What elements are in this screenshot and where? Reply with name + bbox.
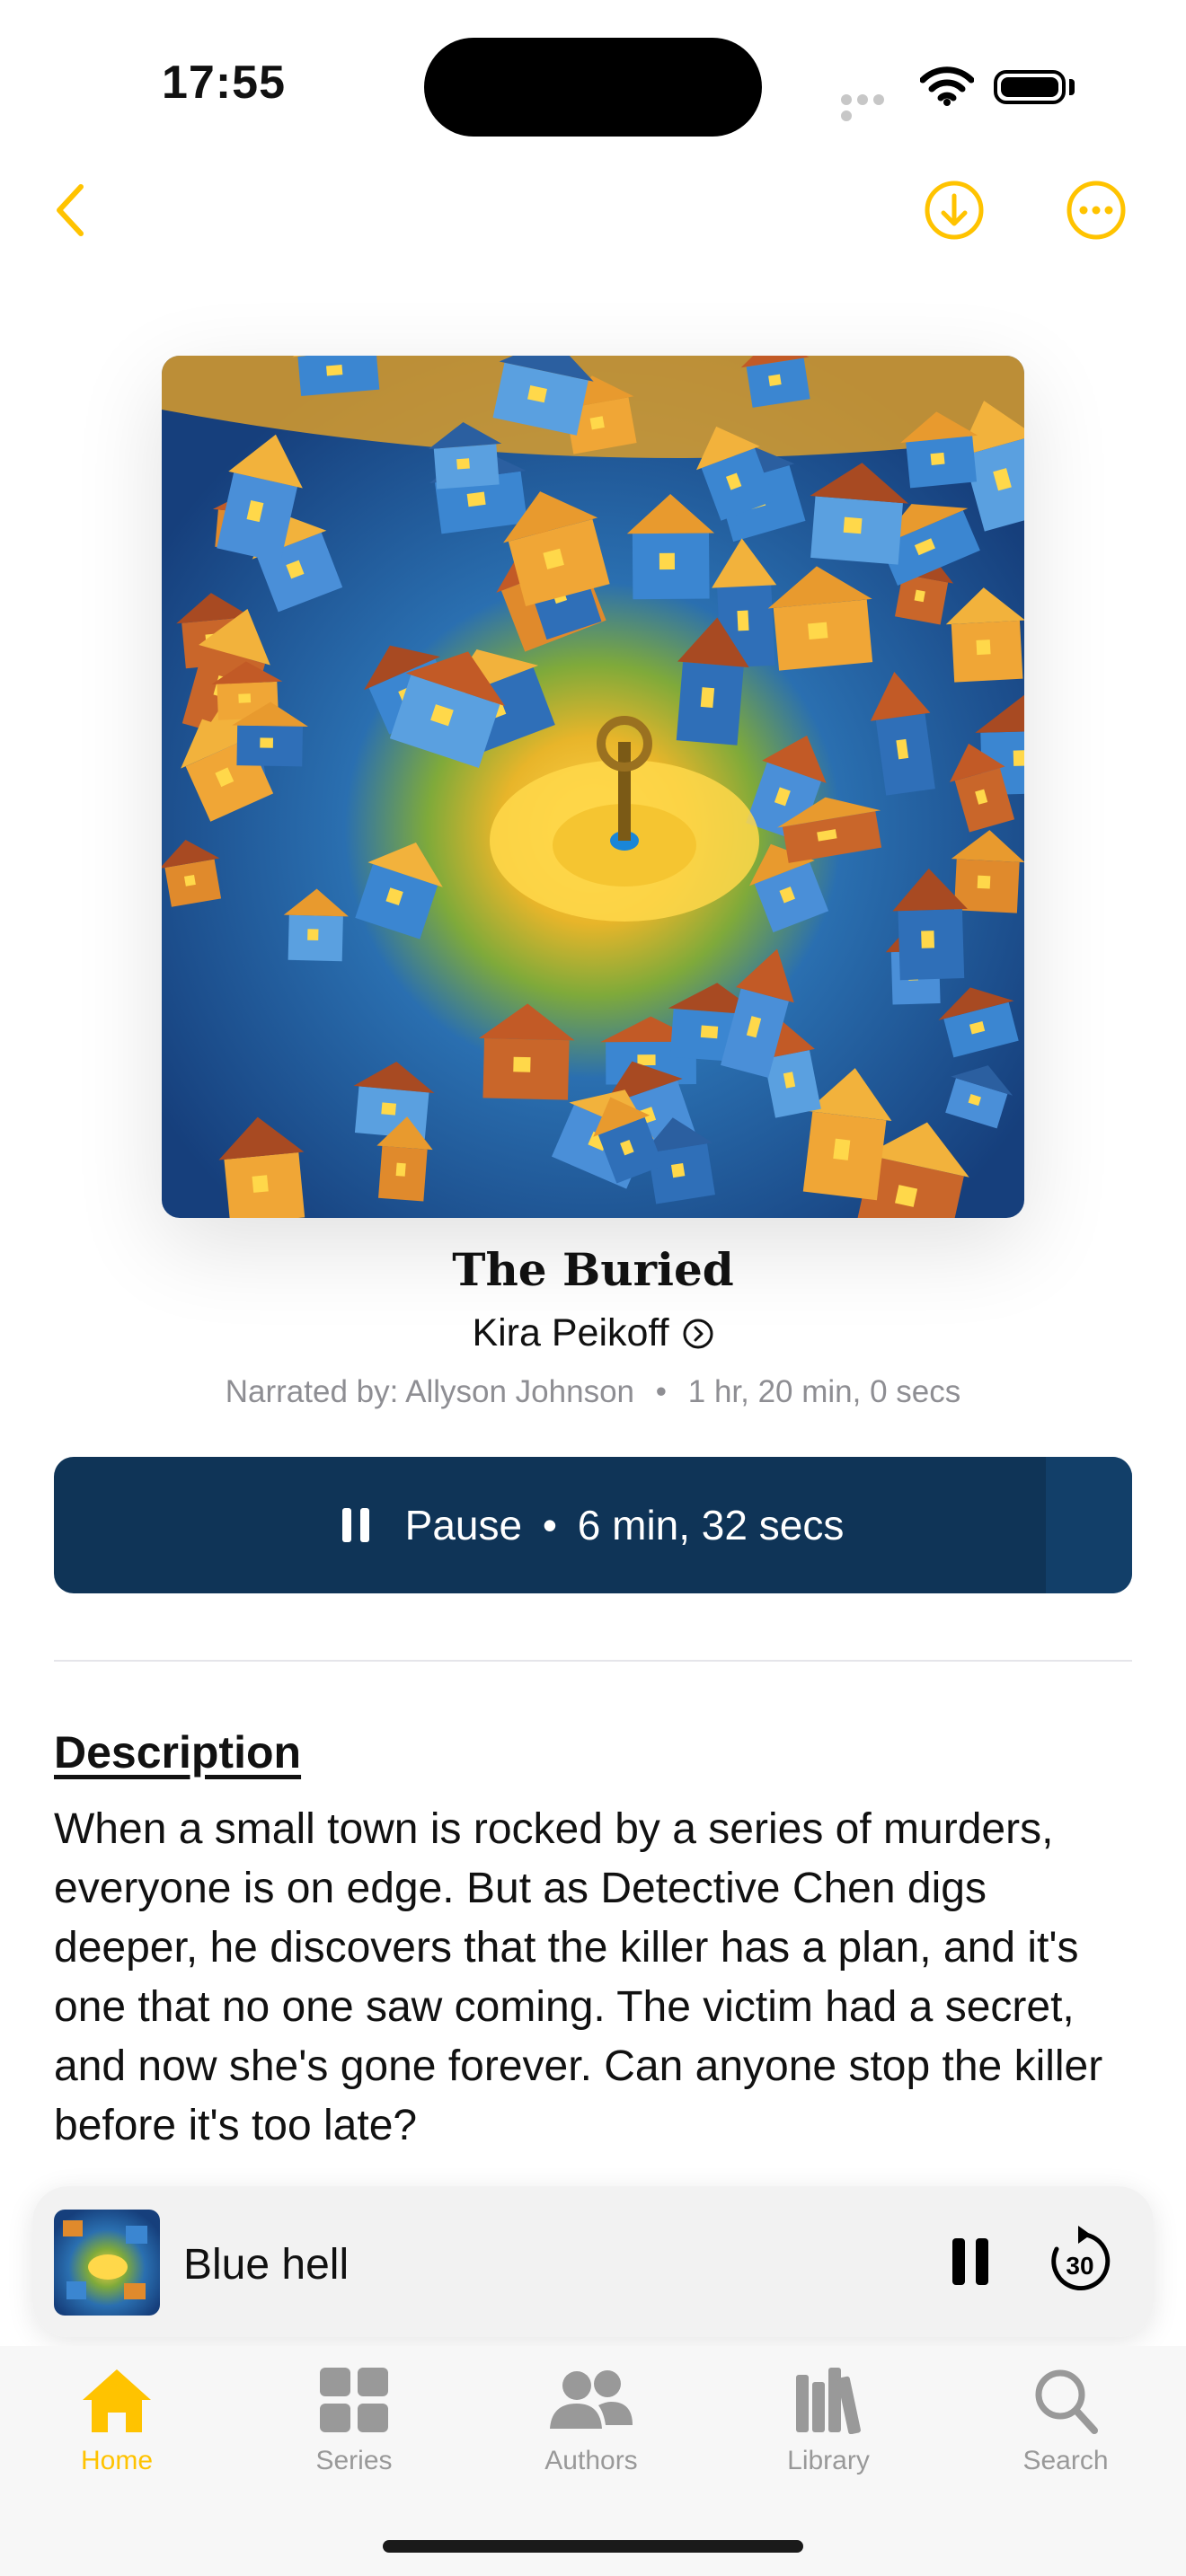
mini-pause-button[interactable]	[952, 2238, 988, 2285]
tab-library[interactable]: Library	[748, 2366, 909, 2476]
magnifier-icon	[1035, 2369, 1098, 2434]
grid-icon	[320, 2368, 388, 2432]
pause-separator: •	[542, 1502, 557, 1548]
book-title: The Buried	[452, 1243, 734, 1296]
mini-player[interactable]: Blue hell 30	[32, 2186, 1154, 2337]
home-indicator	[383, 2540, 803, 2553]
chevron-circle-right-icon	[683, 1319, 713, 1348]
book-meta: Narrated by: Allyson Johnson • 1 hr, 20 …	[0, 1374, 1186, 1410]
tab-home-label: Home	[80, 2446, 154, 2475]
description-heading: Description	[54, 1727, 302, 1778]
more-button[interactable]	[1066, 180, 1127, 243]
skip-forward-30-icon: 30	[1051, 2226, 1111, 2290]
description-text: When a small town is rocked by a series …	[54, 1805, 1103, 2149]
tab-series-label: Series	[315, 2446, 393, 2475]
battery-icon	[994, 70, 1066, 104]
tab-authors[interactable]: Authors	[510, 2366, 672, 2476]
tab-search-label: Search	[1022, 2446, 1109, 2475]
back-button[interactable]	[50, 180, 90, 243]
cellular-signal-icon	[841, 93, 900, 121]
skip-label: 30	[1066, 2252, 1093, 2280]
books-icon	[796, 2368, 861, 2435]
wifi-icon	[919, 66, 975, 110]
chevron-left-icon	[57, 184, 84, 236]
skip-forward-30-button[interactable]: 30	[1044, 2222, 1116, 2302]
house-icon	[83, 2369, 151, 2432]
cover-art	[162, 356, 1024, 1218]
tab-home[interactable]: Home	[36, 2366, 198, 2476]
mini-player-title: Blue hell	[183, 2241, 350, 2289]
status-time: 17:55	[162, 57, 286, 109]
download-icon	[925, 181, 984, 240]
author-link[interactable]: Kira Peikoff	[472, 1311, 713, 1355]
mini-player-artwork	[54, 2210, 160, 2316]
remaining-time: 6 min, 32 secs	[577, 1502, 845, 1548]
tab-library-label: Library	[787, 2446, 870, 2475]
book-duration: 1 hr, 20 min, 0 secs	[687, 1374, 961, 1409]
ellipsis-icon	[1067, 181, 1126, 240]
tab-authors-label: Authors	[544, 2446, 638, 2475]
tab-search[interactable]: Search	[985, 2366, 1146, 2476]
people-icon	[550, 2370, 633, 2429]
dynamic-island	[424, 38, 762, 137]
meta-separator: •	[655, 1374, 668, 1409]
download-button[interactable]	[924, 180, 985, 243]
divider	[54, 1660, 1132, 1662]
pause-label: Pause	[404, 1502, 523, 1548]
battery-tip	[1069, 79, 1075, 95]
author-row: Kira Peikoff	[0, 1311, 1186, 1355]
pause-button[interactable]: Pause • 6 min, 32 secs	[54, 1457, 1132, 1593]
narrator-line: Narrated by: Allyson Johnson	[225, 1374, 635, 1409]
author-name: Kira Peikoff	[472, 1311, 669, 1354]
pause-icon	[341, 1508, 369, 1542]
tab-series[interactable]: Series	[273, 2366, 435, 2476]
